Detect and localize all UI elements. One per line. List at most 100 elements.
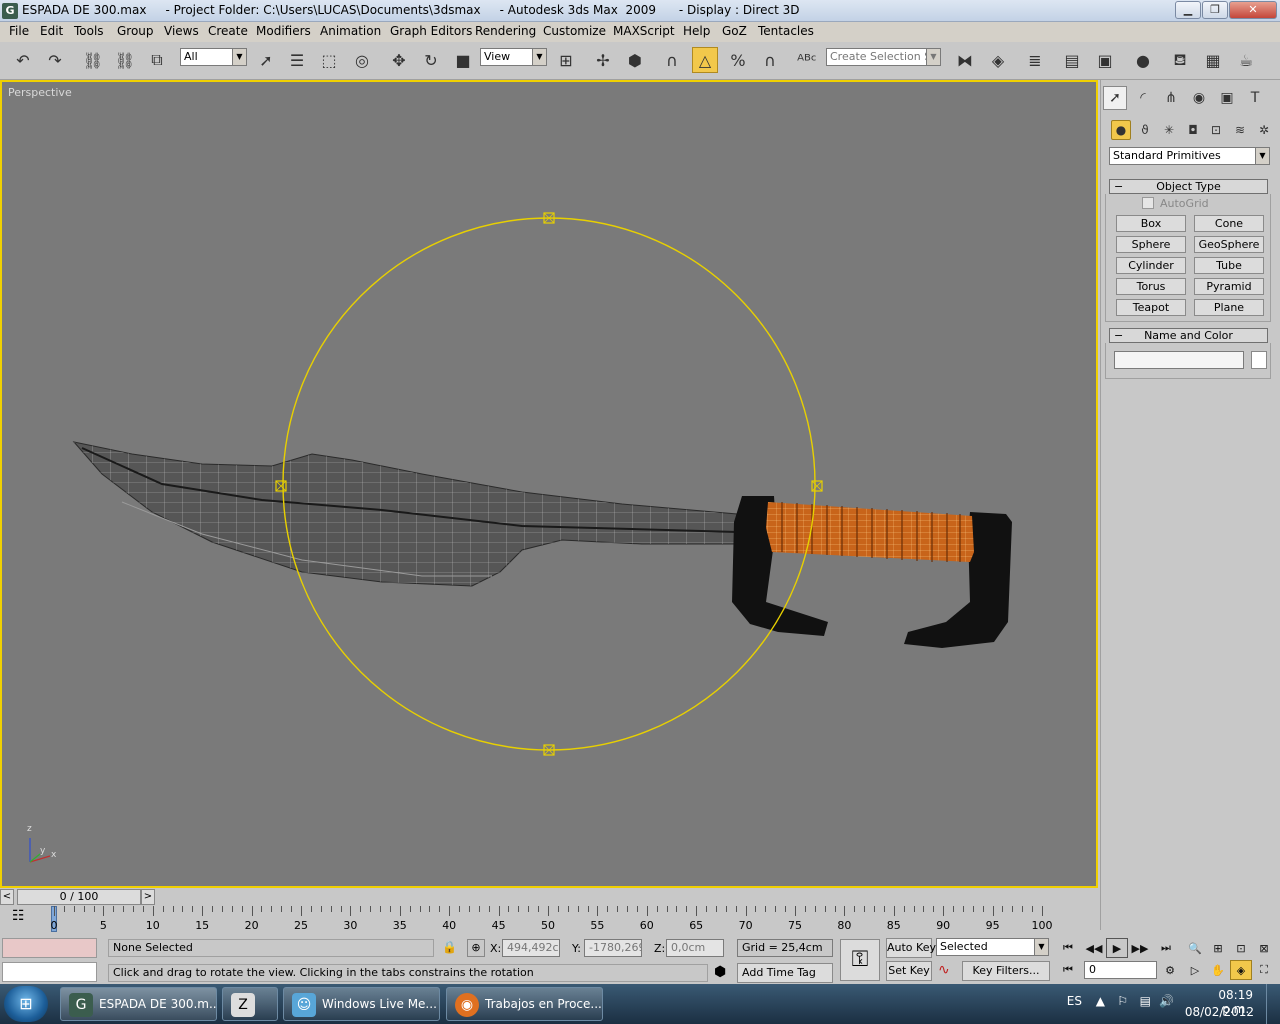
menu-rendering[interactable]: Rendering <box>474 24 537 38</box>
z-coord-field[interactable]: 0,0cm <box>666 939 724 957</box>
go-to-end-icon[interactable]: ⏭ <box>1155 938 1177 958</box>
zoom-all-icon[interactable]: ⊞ <box>1207 938 1229 958</box>
key-filters-button[interactable]: Key Filters... <box>962 961 1050 981</box>
material-editor-icon[interactable]: ● <box>1130 47 1156 73</box>
adaptive-degradation-icon[interactable]: ⬢ <box>714 964 726 980</box>
unlink-selection-icon[interactable]: ⛓ <box>112 47 138 73</box>
helpers-icon[interactable]: ⊡ <box>1206 120 1226 140</box>
set-key-icon[interactable]: ⚿ <box>840 939 880 981</box>
restore-button[interactable]: ❐ <box>1202 1 1228 19</box>
field-of-view-icon[interactable]: ▷ <box>1184 960 1206 980</box>
render-setup-icon[interactable]: ⛾ <box>1167 47 1193 73</box>
teapot-button[interactable]: Teapot <box>1116 299 1186 316</box>
redo-icon[interactable]: ↷ <box>42 47 68 73</box>
align-icon[interactable]: ◈ <box>985 47 1011 73</box>
perspective-viewport[interactable]: Perspective z y x <box>0 80 1098 888</box>
time-slider-next-button[interactable]: > <box>141 889 155 905</box>
auto-key-button[interactable]: Auto Key <box>886 938 936 958</box>
time-slider-thumb[interactable]: 0 / 100 <box>17 889 141 905</box>
next-frame-icon[interactable]: ▶▶ <box>1129 938 1151 958</box>
rectangular-selection-icon[interactable]: ⬚ <box>316 47 342 73</box>
close-button[interactable]: ✕ <box>1229 1 1277 19</box>
maxscript-input[interactable] <box>2 962 97 982</box>
network-icon[interactable]: ▤ <box>1140 994 1151 1008</box>
torus-button[interactable]: Torus <box>1116 278 1186 295</box>
cameras-icon[interactable]: ◘ <box>1183 120 1203 140</box>
select-and-manipulate-icon[interactable]: ✢ <box>590 47 616 73</box>
current-frame-field[interactable]: 0 <box>1084 961 1157 979</box>
menu-maxscript[interactable]: MAXScript <box>612 24 676 38</box>
select-object-icon[interactable]: ➚ <box>253 47 279 73</box>
motion-tab-icon[interactable]: ◉ <box>1187 86 1211 110</box>
cone-button[interactable]: Cone <box>1194 215 1264 232</box>
orbit-icon[interactable]: ◈ <box>1230 960 1252 980</box>
systems-icon[interactable]: ✲ <box>1254 120 1274 140</box>
space-warps-icon[interactable]: ≋ <box>1230 120 1250 140</box>
sphere-button[interactable]: Sphere <box>1116 236 1186 253</box>
key-mode-toggle-icon[interactable]: ⏮ <box>1057 960 1079 980</box>
show-desktop-button[interactable] <box>1266 984 1280 1024</box>
set-key-button[interactable]: Set Key <box>886 961 932 981</box>
tube-button[interactable]: Tube <box>1194 257 1264 274</box>
menu-views[interactable]: Views <box>163 24 200 38</box>
bind-to-space-warp-icon[interactable]: ⧉ <box>144 47 170 73</box>
taskbar-item-zbrush[interactable]: Z <box>222 987 278 1021</box>
autogrid-checkbox[interactable] <box>1142 197 1154 209</box>
geometry-icon[interactable]: ● <box>1111 120 1131 140</box>
box-button[interactable]: Box <box>1116 215 1186 232</box>
y-coord-field[interactable]: -1780,269c <box>584 939 642 957</box>
minimize-button[interactable]: ▁ <box>1175 1 1201 19</box>
keyboard-shortcut-override-icon[interactable]: ⬢ <box>622 47 648 73</box>
menu-modifiers[interactable]: Modifiers <box>255 24 312 38</box>
utilities-tab-icon[interactable]: T <box>1243 86 1267 110</box>
select-and-rotate-icon[interactable]: ↻ <box>418 47 444 73</box>
quick-render-icon[interactable]: ☕ <box>1233 47 1259 73</box>
percent-snap-toggle-icon[interactable]: % <box>725 47 751 73</box>
window-crossing-icon[interactable]: ◎ <box>349 47 375 73</box>
lights-icon[interactable]: ✳ <box>1159 120 1179 140</box>
modify-tab-icon[interactable]: ◜ <box>1131 86 1155 110</box>
key-mode-dropdown[interactable]: Selected ▼ <box>936 938 1049 956</box>
add-time-tag-button[interactable]: Add Time Tag <box>737 963 833 983</box>
zoom-icon[interactable]: 🔍 <box>1184 938 1206 958</box>
menu-tools[interactable]: Tools <box>73 24 105 38</box>
show-hidden-icons-icon[interactable]: ▲ <box>1096 994 1105 1008</box>
previous-frame-icon[interactable]: ◀◀ <box>1083 938 1105 958</box>
pan-view-icon[interactable]: ✋ <box>1207 960 1229 980</box>
action-center-icon[interactable]: ⚐ <box>1117 994 1128 1008</box>
play-icon[interactable]: ▶ <box>1106 938 1128 958</box>
select-and-link-icon[interactable]: ⛓ <box>80 47 106 73</box>
named-selection-set-dropdown[interactable]: Create Selection Set ▼ <box>826 48 941 66</box>
schematic-view-icon[interactable]: ▣ <box>1092 47 1118 73</box>
select-by-name-icon[interactable]: ☰ <box>284 47 310 73</box>
select-and-scale-icon[interactable]: ■ <box>450 47 476 73</box>
default-tangent-icon[interactable]: ∿ <box>938 962 950 978</box>
undo-icon[interactable]: ↶ <box>10 47 36 73</box>
selection-lock-icon[interactable]: 🔒 <box>442 940 457 954</box>
x-coord-field[interactable]: 494,492cm <box>502 939 560 957</box>
menu-file[interactable]: File <box>8 24 30 38</box>
reference-coordinate-dropdown[interactable]: View ▼ <box>480 48 547 66</box>
taskbar-item-firefox[interactable]: ◉ Trabajos en Proce... <box>446 987 603 1021</box>
time-slider[interactable]: < 0 / 100 > <box>0 888 1100 906</box>
volume-icon[interactable]: 🔊 <box>1159 994 1174 1008</box>
spinner-snap-toggle-icon[interactable]: ∩ <box>757 47 783 73</box>
display-tab-icon[interactable]: ▣ <box>1215 86 1239 110</box>
menu-edit[interactable]: Edit <box>39 24 64 38</box>
start-button[interactable]: ⊞ <box>4 986 48 1022</box>
plane-button[interactable]: Plane <box>1194 299 1264 316</box>
language-indicator[interactable]: ES <box>1067 994 1082 1008</box>
absolute-mode-icon[interactable]: ⊕ <box>467 939 485 957</box>
menu-tentacles[interactable]: Tentacles <box>757 24 815 38</box>
object-color-swatch[interactable] <box>1251 351 1267 369</box>
mirror-icon[interactable]: ⧓ <box>952 47 978 73</box>
time-slider-prev-button[interactable]: < <box>0 889 14 905</box>
time-configuration-icon[interactable]: ⚙ <box>1159 960 1181 980</box>
snaps-toggle-icon[interactable]: ∩ <box>659 47 685 73</box>
menu-create[interactable]: Create <box>207 24 249 38</box>
selection-filter-dropdown[interactable]: All ▼ <box>180 48 247 66</box>
menu-help[interactable]: Help <box>682 24 711 38</box>
edit-named-selection-icon[interactable]: ᴬᴮᶜ <box>794 47 820 73</box>
menu-graph-editors[interactable]: Graph Editors <box>389 24 473 38</box>
menu-goz[interactable]: GoZ <box>721 24 748 38</box>
